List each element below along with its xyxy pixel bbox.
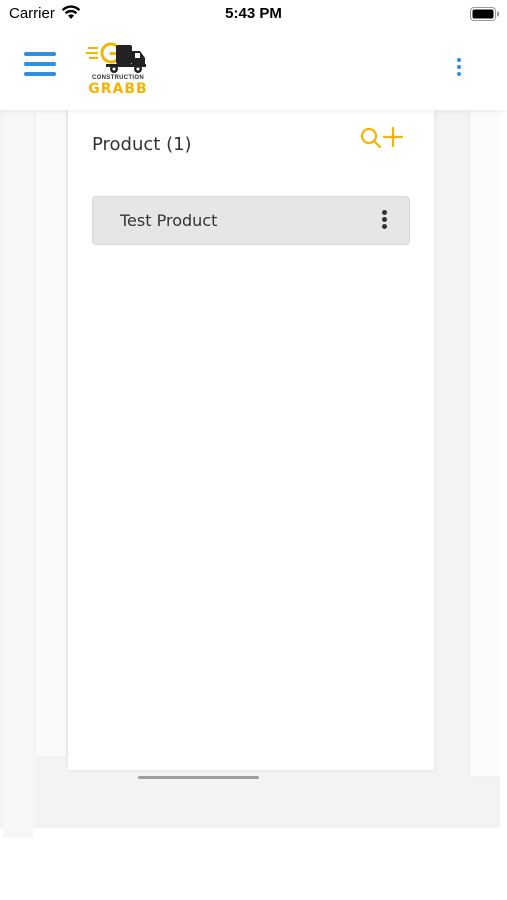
app-screen: Carrier 5:43 PM CONSTRUCTION GRABB Produ…: [0, 0, 507, 900]
more-options-icon[interactable]: [452, 58, 466, 82]
brand-logo: CONSTRUCTION GRABB: [78, 41, 158, 97]
app-header: CONSTRUCTION GRABB: [0, 28, 507, 110]
product-panel-title: Product (1): [92, 134, 192, 155]
product-panel: Product (1) Test Product: [68, 110, 434, 770]
battery-icon: [470, 7, 500, 25]
item-options-icon[interactable]: [377, 210, 391, 232]
product-name: Test Product: [120, 211, 218, 230]
clock: 5:43 PM: [225, 5, 282, 22]
hamburger-icon[interactable]: [24, 52, 56, 82]
logo-wordmark: GRABB: [88, 81, 148, 97]
truck-logo-icon: [86, 42, 146, 73]
plus-icon[interactable]: [382, 126, 404, 148]
search-icon[interactable]: [359, 126, 383, 150]
product-list-item[interactable]: Test Product: [92, 196, 410, 245]
scroll-indicator: [138, 776, 259, 779]
background-column: [36, 110, 66, 756]
background-column: [470, 110, 500, 776]
status-bar: Carrier 5:43 PM: [0, 0, 507, 28]
background-column: [3, 110, 33, 838]
